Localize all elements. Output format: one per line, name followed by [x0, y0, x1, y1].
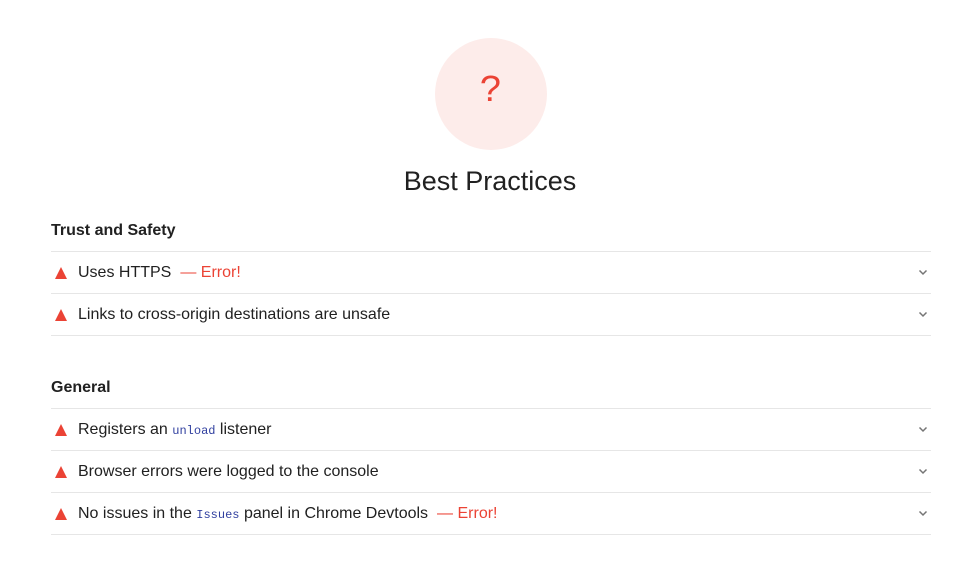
audit-error-label: — Error!: [180, 263, 241, 281]
audit-group-trust-and-safety: Trust and Safety Uses HTTPS — Error! Lin…: [51, 220, 931, 336]
score-error-mark: ?: [479, 70, 503, 113]
audit-title: Browser errors were logged to the consol…: [78, 462, 379, 480]
fail-triangle-icon: [55, 308, 67, 321]
audit-title: Uses HTTPS: [78, 263, 172, 281]
fail-triangle-icon: [55, 423, 67, 436]
audit-uses-https[interactable]: Uses HTTPS — Error!: [51, 252, 931, 294]
code-snippet: unload: [172, 423, 216, 438]
audit-title: Registers an unload listener: [78, 420, 272, 438]
audit-group-general: General Registers an unload listener Bro…: [51, 377, 931, 535]
chevron-down-icon[interactable]: [918, 508, 928, 518]
code-snippet: Issues: [196, 507, 240, 522]
category-title: Best Practices: [403, 166, 577, 196]
score-gauge: ?: [435, 38, 547, 150]
chevron-down-icon[interactable]: [918, 424, 928, 434]
audit-no-unload-listeners[interactable]: Registers an unload listener: [51, 409, 931, 451]
chevron-down-icon[interactable]: [918, 309, 928, 319]
audit-title: Links to cross-origin destinations are u…: [78, 305, 391, 323]
group-title: General: [51, 377, 931, 409]
audit-title: No issues in the Issues panel in Chrome …: [78, 504, 429, 522]
audit-inspector-issues[interactable]: No issues in the Issues panel in Chrome …: [51, 493, 931, 535]
chevron-down-icon[interactable]: [918, 466, 928, 476]
audit-errors-in-console[interactable]: Browser errors were logged to the consol…: [51, 451, 931, 493]
audit-external-anchors-unsafe[interactable]: Links to cross-origin destinations are u…: [51, 294, 931, 336]
chevron-down-icon[interactable]: [918, 267, 928, 277]
audit-error-label: — Error!: [437, 504, 498, 522]
fail-triangle-icon: [55, 465, 67, 478]
fail-triangle-icon: [55, 507, 67, 520]
fail-triangle-icon: [55, 266, 67, 279]
group-title: Trust and Safety: [51, 220, 931, 252]
